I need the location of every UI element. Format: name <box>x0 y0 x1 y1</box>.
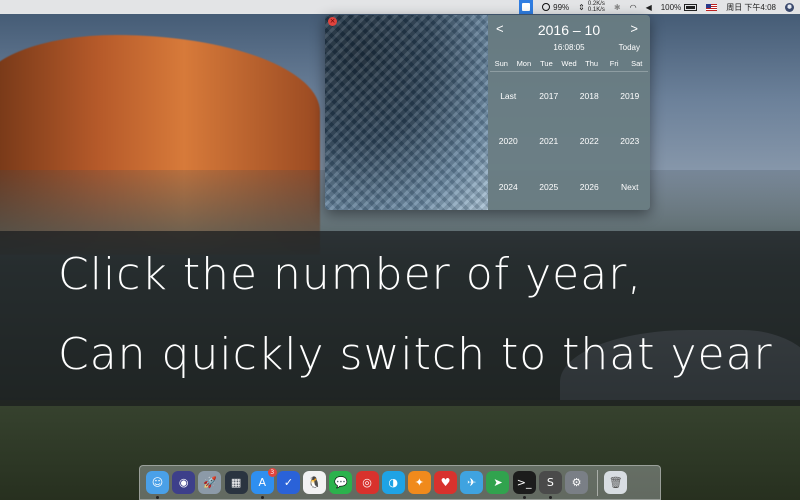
sublime-icon[interactable]: S <box>538 471 562 499</box>
year-cell[interactable]: 2020 <box>488 119 529 165</box>
year-cell[interactable]: 2025 <box>529 164 570 210</box>
year-cell[interactable]: 2024 <box>488 164 529 210</box>
today-button[interactable]: Today <box>619 43 640 52</box>
widget-photo <box>325 15 488 210</box>
volume-icon[interactable]: ◀ <box>646 0 652 14</box>
calendar-widget: × < 2016 – 10 > 16:08:05 Today Sun Mon T… <box>325 15 650 210</box>
caption-band: Click the number of year, Can quickly sw… <box>0 231 800 406</box>
cards-app-icon[interactable]: ♥ <box>434 471 458 494</box>
weekday-label: Tue <box>540 59 553 68</box>
weekday-label: Mon <box>516 59 532 68</box>
year-cell-next[interactable]: Next <box>610 164 651 210</box>
bluetooth-icon[interactable]: ✱ <box>614 0 621 14</box>
calendar-menubar-icon[interactable] <box>519 0 534 14</box>
year-grid: Last 2017 2018 2019 2020 2021 2022 2023 … <box>488 73 650 210</box>
updown-arrows-icon: ⇕ <box>578 2 585 12</box>
weekday-label: Sun <box>494 59 508 68</box>
xcode-bird-icon[interactable]: ✈ <box>460 471 484 494</box>
mission-control-icon[interactable]: ▦ <box>224 471 248 494</box>
input-source-flag-icon[interactable] <box>706 0 718 14</box>
network-speed-item[interactable]: ⇕ 0.2K/s 0.1K/s <box>578 0 605 14</box>
year-cell-last[interactable]: Last <box>488 73 529 119</box>
finder-icon[interactable]: ☺ <box>146 471 169 499</box>
menubar-clock[interactable]: 周日 下午4:08 <box>726 0 776 14</box>
weekday-header: Sun Mon Tue Wed Thu Fri Sat <box>490 59 648 72</box>
network-speed-text: 0.2K/s 0.1K/s <box>588 1 605 13</box>
year-cell[interactable]: 2023 <box>610 119 651 165</box>
year-cell[interactable]: 2019 <box>610 73 651 119</box>
netease-music-icon[interactable]: ◎ <box>355 471 379 494</box>
shield-app-icon[interactable]: ✓ <box>276 471 300 494</box>
battery-status-label: 99% <box>553 2 570 12</box>
year-cell[interactable]: 2017 <box>529 73 570 119</box>
year-cell[interactable]: 2026 <box>569 164 610 210</box>
weekday-label: Wed <box>561 59 577 68</box>
trash-icon[interactable]: 🗑 <box>604 471 628 494</box>
qq-icon[interactable]: 🐧 <box>303 471 327 494</box>
browser-icon[interactable]: ◑ <box>381 471 405 494</box>
system-preferences-icon[interactable]: ⚙ <box>565 471 588 494</box>
dock: ☺ ◉ 🚀 ▦ A 3 ✓ 🐧 💬 ◎ ◑ ✦ ♥ ✈ ➤ >_ S ⚙ 🗑 <box>139 465 661 500</box>
close-button[interactable]: × <box>328 17 337 26</box>
net-down-label: 0.1K/s <box>587 7 605 13</box>
app-store-icon[interactable]: A3 <box>250 468 277 499</box>
battery-percent-label: 100% <box>660 2 682 12</box>
siri-icon[interactable]: ◉ <box>172 471 196 494</box>
weekday-label: Fri <box>609 59 619 68</box>
wifi-icon[interactable]: ◠ <box>630 0 637 14</box>
status-ring-icon <box>542 3 551 11</box>
next-button[interactable]: > <box>630 21 638 36</box>
battery-status-item[interactable]: 99% <box>542 0 569 14</box>
caption-line-1: Click the number of year, <box>58 249 643 300</box>
calendar-header: < 2016 – 10 > 16:08:05 Today <box>488 15 650 59</box>
weekday-label: Thu <box>585 59 599 68</box>
launchpad-icon[interactable]: 🚀 <box>198 471 222 494</box>
user-avatar-icon[interactable] <box>785 0 794 14</box>
weekday-label: Sat <box>631 59 643 68</box>
year-cell[interactable]: 2021 <box>529 119 570 165</box>
telegram-icon[interactable]: ➤ <box>486 471 510 494</box>
battery-icon <box>684 3 698 11</box>
terminal-icon[interactable]: >_ <box>512 471 536 499</box>
dock-separator <box>597 469 599 496</box>
caption-line-2: Can quickly switch to that year <box>58 329 773 380</box>
battery-item[interactable]: 100% <box>660 0 698 14</box>
wechat-icon[interactable]: 💬 <box>329 471 353 494</box>
notification-badge: 3 <box>267 468 277 477</box>
fox-app-icon[interactable]: ✦ <box>407 471 431 494</box>
year-cell[interactable]: 2018 <box>569 73 610 119</box>
calendar-panel: < 2016 – 10 > 16:08:05 Today Sun Mon Tue… <box>488 15 650 210</box>
year-cell[interactable]: 2022 <box>569 119 610 165</box>
menu-bar: 99% ⇕ 0.2K/s 0.1K/s ✱ ◠ ◀ 100% 周日 下午4:08 <box>0 0 800 14</box>
month-title: 2016 – 10 <box>537 22 601 38</box>
